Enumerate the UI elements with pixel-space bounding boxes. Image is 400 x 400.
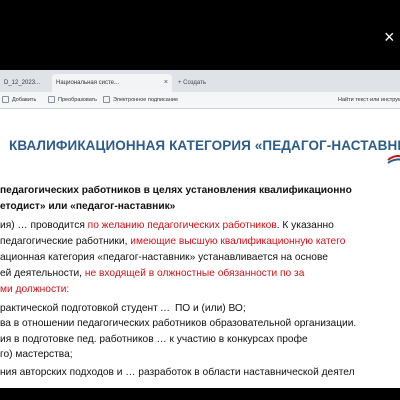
document-line: ва в отношении педагогических работников… bbox=[0, 318, 356, 329]
toolbar: Добавить Преобразовать Электронное подпи… bbox=[0, 92, 400, 109]
text-run: рактической подготовкой студент … ПО и (… bbox=[0, 303, 246, 314]
convert-icon[interactable] bbox=[48, 96, 55, 103]
add-icon[interactable] bbox=[2, 96, 9, 103]
document-line: ми должности: bbox=[0, 284, 69, 295]
document-line: педагогические работники, имеющие высшую… bbox=[0, 236, 345, 247]
tab-label: Национальная систе... bbox=[56, 80, 120, 86]
add-button[interactable]: Добавить bbox=[12, 92, 36, 108]
document-line: рактической подготовкой студент … ПО и (… bbox=[0, 303, 246, 314]
video-bottom-bar bbox=[0, 388, 400, 400]
document-line: го) мастерства; bbox=[0, 349, 73, 360]
text-run: ационная категория «педагог-наставник» у… bbox=[0, 252, 328, 263]
text-run: ва в отношении педагогических работников… bbox=[0, 318, 357, 329]
document-line: ния авторских подходов и … разработок в … bbox=[0, 367, 355, 378]
text-run: го) мастерства; bbox=[0, 349, 73, 360]
e-sign-button[interactable]: Электронное подписание bbox=[113, 92, 178, 108]
text-run: ей деятельности, bbox=[0, 268, 85, 279]
pdf-viewer-window: D_12_2023... Национальная систе... × + С… bbox=[0, 70, 400, 400]
logo-icon bbox=[387, 155, 400, 164]
tab-bar: D_12_2023... Национальная систе... × + С… bbox=[0, 70, 400, 92]
text-run: ия) … проводится bbox=[0, 220, 88, 231]
document-line: педагогических работников в целях устано… bbox=[0, 185, 352, 196]
text-run: ия в подготовке пед. работников … к учас… bbox=[0, 334, 308, 345]
video-top-bar: × bbox=[0, 0, 400, 70]
convert-button[interactable]: Преобразовать bbox=[58, 92, 97, 108]
text-run: ния авторских подходов и … разработок в … bbox=[0, 367, 355, 378]
document-line: ия) … проводится по желанию педагогическ… bbox=[0, 220, 334, 231]
document-line: ационная категория «педагог-наставник» у… bbox=[0, 252, 328, 263]
document-line: ей деятельности, не входящей в олжностны… bbox=[0, 268, 304, 279]
e-sign-icon[interactable] bbox=[103, 96, 110, 103]
text-run: не входящей в bbox=[84, 268, 155, 279]
text-run: по желанию педагогических работников bbox=[87, 220, 277, 231]
text-run: педагогические работники, bbox=[0, 236, 131, 247]
text-run: олжностные обязанности по за bbox=[157, 268, 305, 279]
tab-document-1[interactable]: D_12_2023... bbox=[0, 74, 48, 92]
document-line: ия в подготовке пед. работников … к учас… bbox=[0, 334, 308, 345]
text-run: етодист» или «педагог-наставник» bbox=[0, 201, 176, 212]
tab-close-icon[interactable]: × bbox=[164, 74, 168, 92]
text-run: педагогических работников в целях устано… bbox=[0, 185, 352, 196]
text-run: ми должности: bbox=[0, 284, 70, 295]
search-tools-input[interactable]: Найти текст или инструм bbox=[338, 92, 400, 108]
text-run: имеющие высшую квалификационную катего bbox=[130, 236, 346, 247]
tab-national-system[interactable]: Национальная систе... × bbox=[52, 74, 172, 92]
page-title: КВАЛИФИКАЦИОННАЯ КАТЕГОРИЯ «ПЕДАГОГ-НАСТ… bbox=[9, 138, 400, 153]
document-line: етодист» или «педагог-наставник» bbox=[0, 201, 175, 212]
close-icon[interactable]: × bbox=[384, 26, 400, 48]
new-tab-button[interactable]: + Создать bbox=[174, 74, 224, 92]
text-run: . К указанно bbox=[276, 220, 334, 231]
